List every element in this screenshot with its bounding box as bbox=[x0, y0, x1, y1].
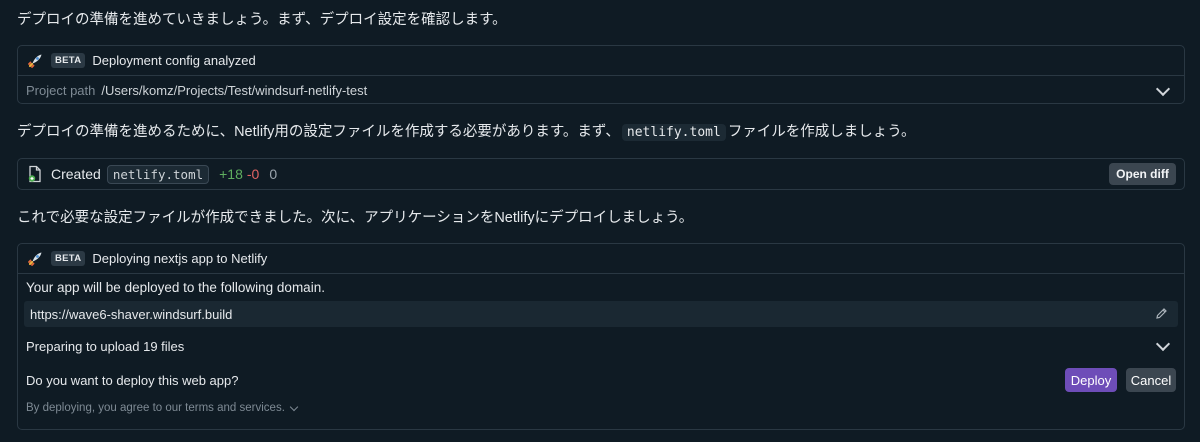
pencil-icon[interactable] bbox=[1155, 307, 1168, 320]
cancel-button[interactable]: Cancel bbox=[1126, 368, 1176, 392]
additions-count: +18 bbox=[219, 166, 243, 182]
beta-badge: BETA bbox=[51, 251, 86, 266]
deploy-card-header: BETA Deploying nextjs app to Netlify bbox=[18, 244, 1184, 274]
domain-url-field[interactable]: https://wave6-shaver.windsurf.build bbox=[24, 301, 1178, 327]
chat-panel: デプロイの準備を進めていきましょう。まず、デプロイ設定を確認します。 BETA … bbox=[0, 0, 1200, 442]
chevron-down-icon[interactable] bbox=[1155, 81, 1171, 97]
domain-intro-text: Your app will be deployed to the followi… bbox=[26, 280, 325, 295]
deletions-count: -0 bbox=[246, 166, 260, 182]
assistant-message-intro: デプロイの準備を進めていきましょう。まず、デプロイ設定を確認します。 bbox=[17, 12, 507, 28]
assistant-message-config: デプロイの準備を進めるために、Netlify用の設定ファイルを作成する必要があり… bbox=[17, 120, 915, 141]
inline-code-filename: netlify.toml bbox=[621, 124, 726, 141]
chevron-down-icon[interactable] bbox=[289, 402, 299, 411]
rocket-icon bbox=[26, 52, 44, 70]
deployment-config-header: BETA Deployment config analyzed bbox=[18, 46, 1184, 76]
deploy-card-title: Deploying nextjs app to Netlify bbox=[92, 251, 268, 266]
file-created-icon bbox=[27, 165, 43, 183]
upload-status-text: Preparing to upload 19 files bbox=[26, 339, 185, 354]
deploy-button[interactable]: Deploy bbox=[1065, 368, 1117, 392]
beta-badge: BETA bbox=[51, 53, 86, 68]
deployment-config-title: Deployment config analyzed bbox=[92, 53, 256, 68]
terms-text: By deploying, you agree to our terms and… bbox=[26, 402, 285, 414]
open-diff-button[interactable]: Open diff bbox=[1109, 163, 1176, 185]
upload-status-row[interactable]: Preparing to upload 19 files bbox=[18, 332, 1184, 360]
rocket-icon bbox=[26, 250, 44, 268]
assistant-message-created: これで必要な設定ファイルが作成できました。次に、アプリケーションをNetlify… bbox=[17, 210, 694, 226]
chevron-down-icon[interactable] bbox=[1155, 336, 1171, 352]
message-text-after: ファイルを作成しましょう。 bbox=[727, 124, 916, 140]
deployment-config-card: BETA Deployment config analyzed Project … bbox=[17, 45, 1185, 104]
message-text-before: デプロイの準備を進めるために、Netlify用の設定ファイルを作成する必要があり… bbox=[17, 124, 620, 140]
created-filename[interactable]: netlify.toml bbox=[106, 164, 210, 184]
deploy-question: Do you want to deploy this web app? bbox=[26, 373, 239, 388]
project-path-row[interactable]: Project path /Users/komz/Projects/Test/w… bbox=[18, 76, 1184, 105]
terms-row[interactable]: By deploying, you agree to our terms and… bbox=[26, 402, 299, 414]
project-path-value: /Users/komz/Projects/Test/windsurf-netli… bbox=[101, 83, 368, 98]
project-path-label: Project path bbox=[26, 83, 96, 98]
deploy-card: BETA Deploying nextjs app to Netlify You… bbox=[17, 243, 1185, 430]
domain-url-value: https://wave6-shaver.windsurf.build bbox=[30, 307, 233, 322]
created-label: Created bbox=[51, 166, 101, 182]
unchanged-count: 0 bbox=[269, 166, 278, 182]
file-created-card: Created netlify.toml +18 -0 0 Open diff bbox=[17, 158, 1185, 190]
